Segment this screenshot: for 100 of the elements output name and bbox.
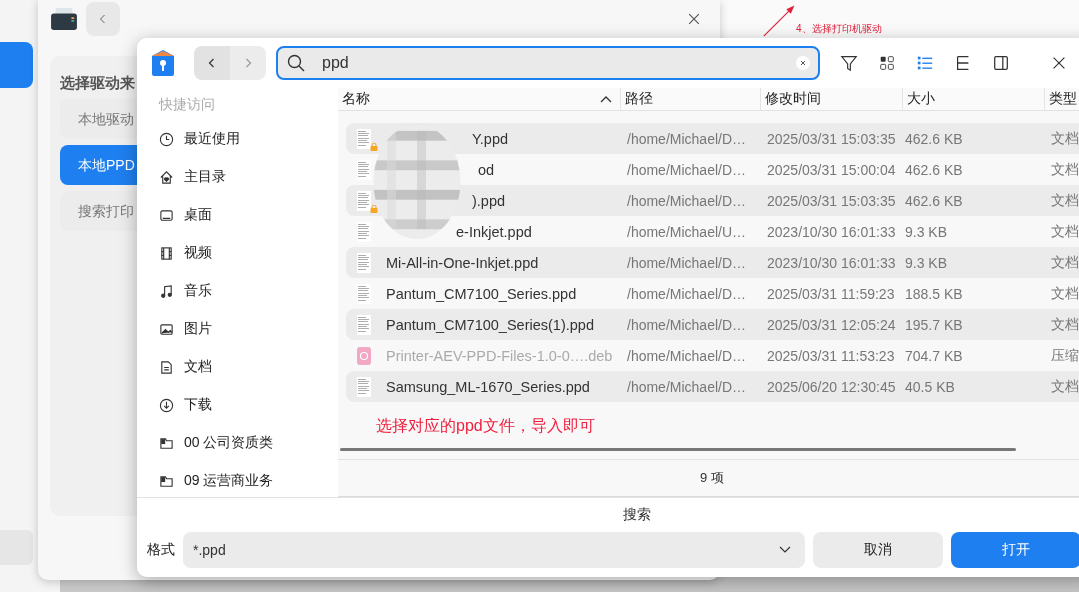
modified-time: 2025/03/31 12:05:24 [767, 316, 897, 333]
sidebar-item[interactable]: 最近使用 [159, 120, 338, 158]
filter-icon[interactable] [840, 54, 858, 72]
file-row[interactable]: Mi-All-in-One-Inkjet.ppd /home/Michael/D… 2023/10/30 16:01:33 9.3 KB 文档 [346, 247, 1079, 278]
desktop-icon [159, 207, 174, 223]
file-path: /home/Michael/D… [626, 285, 748, 302]
section-label: 搜索 [622, 506, 652, 524]
sidebar-item[interactable]: 音乐 [159, 272, 338, 310]
file-row[interactable]: e-Inkjet.ppd /home/Michael/U… 2023/10/30 16:01:33 9.3 KB 文档 [346, 216, 1079, 247]
file-name: Y.ppd [472, 130, 509, 147]
file-name: e-Inkjet.ppd [456, 223, 532, 240]
file-size: 462.6 KB [905, 161, 964, 178]
list-view-icon[interactable] [916, 54, 934, 72]
sidebar-heading: 快捷访问 [159, 96, 216, 114]
sidebar-item[interactable]: 下载 [159, 386, 338, 424]
scrollbar[interactable] [340, 448, 1016, 451]
file-path: /home/Michael/D… [626, 378, 748, 395]
chevron-down-icon [779, 546, 791, 554]
file-path: /home/Michael/U… [626, 223, 748, 240]
annotation-text: 选择对应的ppd文件，导入即可 [376, 416, 596, 436]
sidebar-item[interactable]: 图片 [159, 310, 338, 348]
file-path: /home/Michael/D… [626, 347, 748, 364]
file-size: 195.7 KB [905, 316, 964, 333]
document-icon [356, 190, 372, 211]
column-header[interactable]: 路径 [620, 88, 760, 110]
item-count: 9 项 [338, 459, 1079, 497]
file-type: 文档 [1051, 284, 1079, 303]
file-type: 文档 [1051, 160, 1079, 179]
chevron-left-icon [98, 14, 108, 24]
column-header[interactable]: 类型 [1044, 88, 1079, 110]
file-type: 文档 [1051, 129, 1079, 148]
document-icon [356, 314, 372, 335]
file-path: /home/Michael/D… [626, 130, 748, 147]
modified-time: 2025/03/31 15:03:35 [767, 130, 897, 147]
video-icon [159, 245, 174, 261]
cancel-button[interactable]: 取消 [813, 532, 943, 568]
sidebar-item[interactable]: 00 公司资质类 [159, 424, 338, 462]
grid-view-icon[interactable] [878, 54, 896, 72]
file-name: Samsung_ML-1670_Series.ppd [386, 378, 590, 395]
column-header[interactable]: 修改时间 [760, 88, 902, 110]
file-row[interactable]: Samsung_ML-1670_Series.ppd /home/Michael/D… 2025/06/20 12:30:45 40.5 KB 文档 [346, 371, 1079, 402]
file-name: ).ppd [472, 192, 506, 209]
file-size: 40.5 KB [905, 378, 956, 395]
modified-time: 2023/10/30 16:01:33 [767, 254, 897, 271]
package-icon [356, 345, 372, 366]
modified-time: 2025/03/31 15:03:35 [767, 192, 897, 209]
search-bar[interactable]: ppd [276, 46, 820, 80]
modified-time: 2025/03/31 11:53:23 [767, 347, 896, 364]
document-icon [356, 283, 372, 304]
file-path: /home/Michael/D… [626, 316, 748, 333]
sidebar-item[interactable]: 视频 [159, 234, 338, 272]
annotation-text: 4、选择打印机驱动 [796, 22, 882, 36]
file-row[interactable]: Pantum_CM7100_Series.ppd /home/Michael/D… 2025/03/31 11:59:23 188.5 KB 文档 [346, 278, 1079, 309]
modified-time: 2023/10/30 16:01:33 [767, 223, 897, 240]
chevron-right-icon [243, 58, 253, 68]
format-label: 格式 [147, 541, 175, 559]
file-size: 9.3 KB [905, 254, 949, 271]
file-size: 462.6 KB [905, 130, 964, 147]
modified-time: 2025/06/20 12:30:45 [767, 378, 897, 395]
home-icon [159, 169, 174, 185]
modified-time: 2025/03/31 15:00:04 [767, 161, 897, 178]
file-name: Pantum_CM7100_Series(1).ppd [386, 316, 594, 333]
recent-icon [159, 131, 174, 147]
file-type: 压缩 [1051, 346, 1079, 365]
format-dropdown[interactable]: *.ppd [183, 532, 805, 568]
document-icon [356, 128, 372, 149]
clear-icon[interactable] [796, 56, 810, 70]
close-icon[interactable] [688, 13, 700, 25]
download-icon [159, 397, 174, 413]
sort-ascending-icon [600, 95, 612, 103]
file-path: /home/Michael/D… [626, 161, 748, 178]
file-name: Printer-AEV-PPD-Files-1.0-0….deb [386, 347, 613, 364]
side-panel-icon[interactable] [992, 54, 1010, 72]
open-button[interactable]: 打开 [951, 532, 1079, 568]
file-size: 462.6 KB [905, 192, 964, 209]
file-type: 文档 [1051, 191, 1079, 210]
sidebar-item[interactable]: 主目录 [159, 158, 338, 196]
section-heading: 选择驱动来 [60, 74, 136, 93]
file-name: od [478, 161, 495, 178]
file-row[interactable]: Pantum_CM7100_Series(1).ppd /home/Michael/D… 2025/03/31 12:05:24 195.7 KB 文档 [346, 309, 1079, 340]
file-name: Pantum_CM7100_Series.ppd [386, 285, 577, 302]
sidebar-item[interactable]: 文档 [159, 348, 338, 386]
document-icon [356, 252, 372, 273]
file-size: 188.5 KB [905, 285, 964, 302]
file-row[interactable]: Y.ppd /home/Michael/D… 2025/03/31 15:03:35 462.6 KB 文档 [346, 123, 1079, 154]
file-size: 704.7 KB [905, 347, 964, 364]
sidebar-item[interactable]: 桌面 [159, 196, 338, 234]
modified-time: 2025/03/31 11:59:23 [767, 285, 896, 302]
file-row[interactable]: od /home/Michael/D… 2025/03/31 15:00:04 462.6 KB 文档 [346, 154, 1079, 185]
file-path: /home/Michael/D… [626, 254, 748, 271]
column-header[interactable]: 大小 [902, 88, 1044, 110]
file-row[interactable]: Printer-AEV-PPD-Files-1.0-0….deb /home/Michael/D… 2025/03/31 11:53:23 704.7 KB 压缩 [346, 340, 1079, 371]
printer-icon [50, 7, 78, 31]
picture-icon [159, 321, 174, 337]
column-header[interactable]: 名称 [338, 88, 620, 110]
file-type: 文档 [1051, 377, 1079, 396]
file-type: 文档 [1051, 253, 1079, 272]
document-icon [356, 159, 372, 180]
folder-icon [159, 435, 174, 451]
sidebar-item[interactable]: 09 运营商业务 [159, 462, 338, 500]
